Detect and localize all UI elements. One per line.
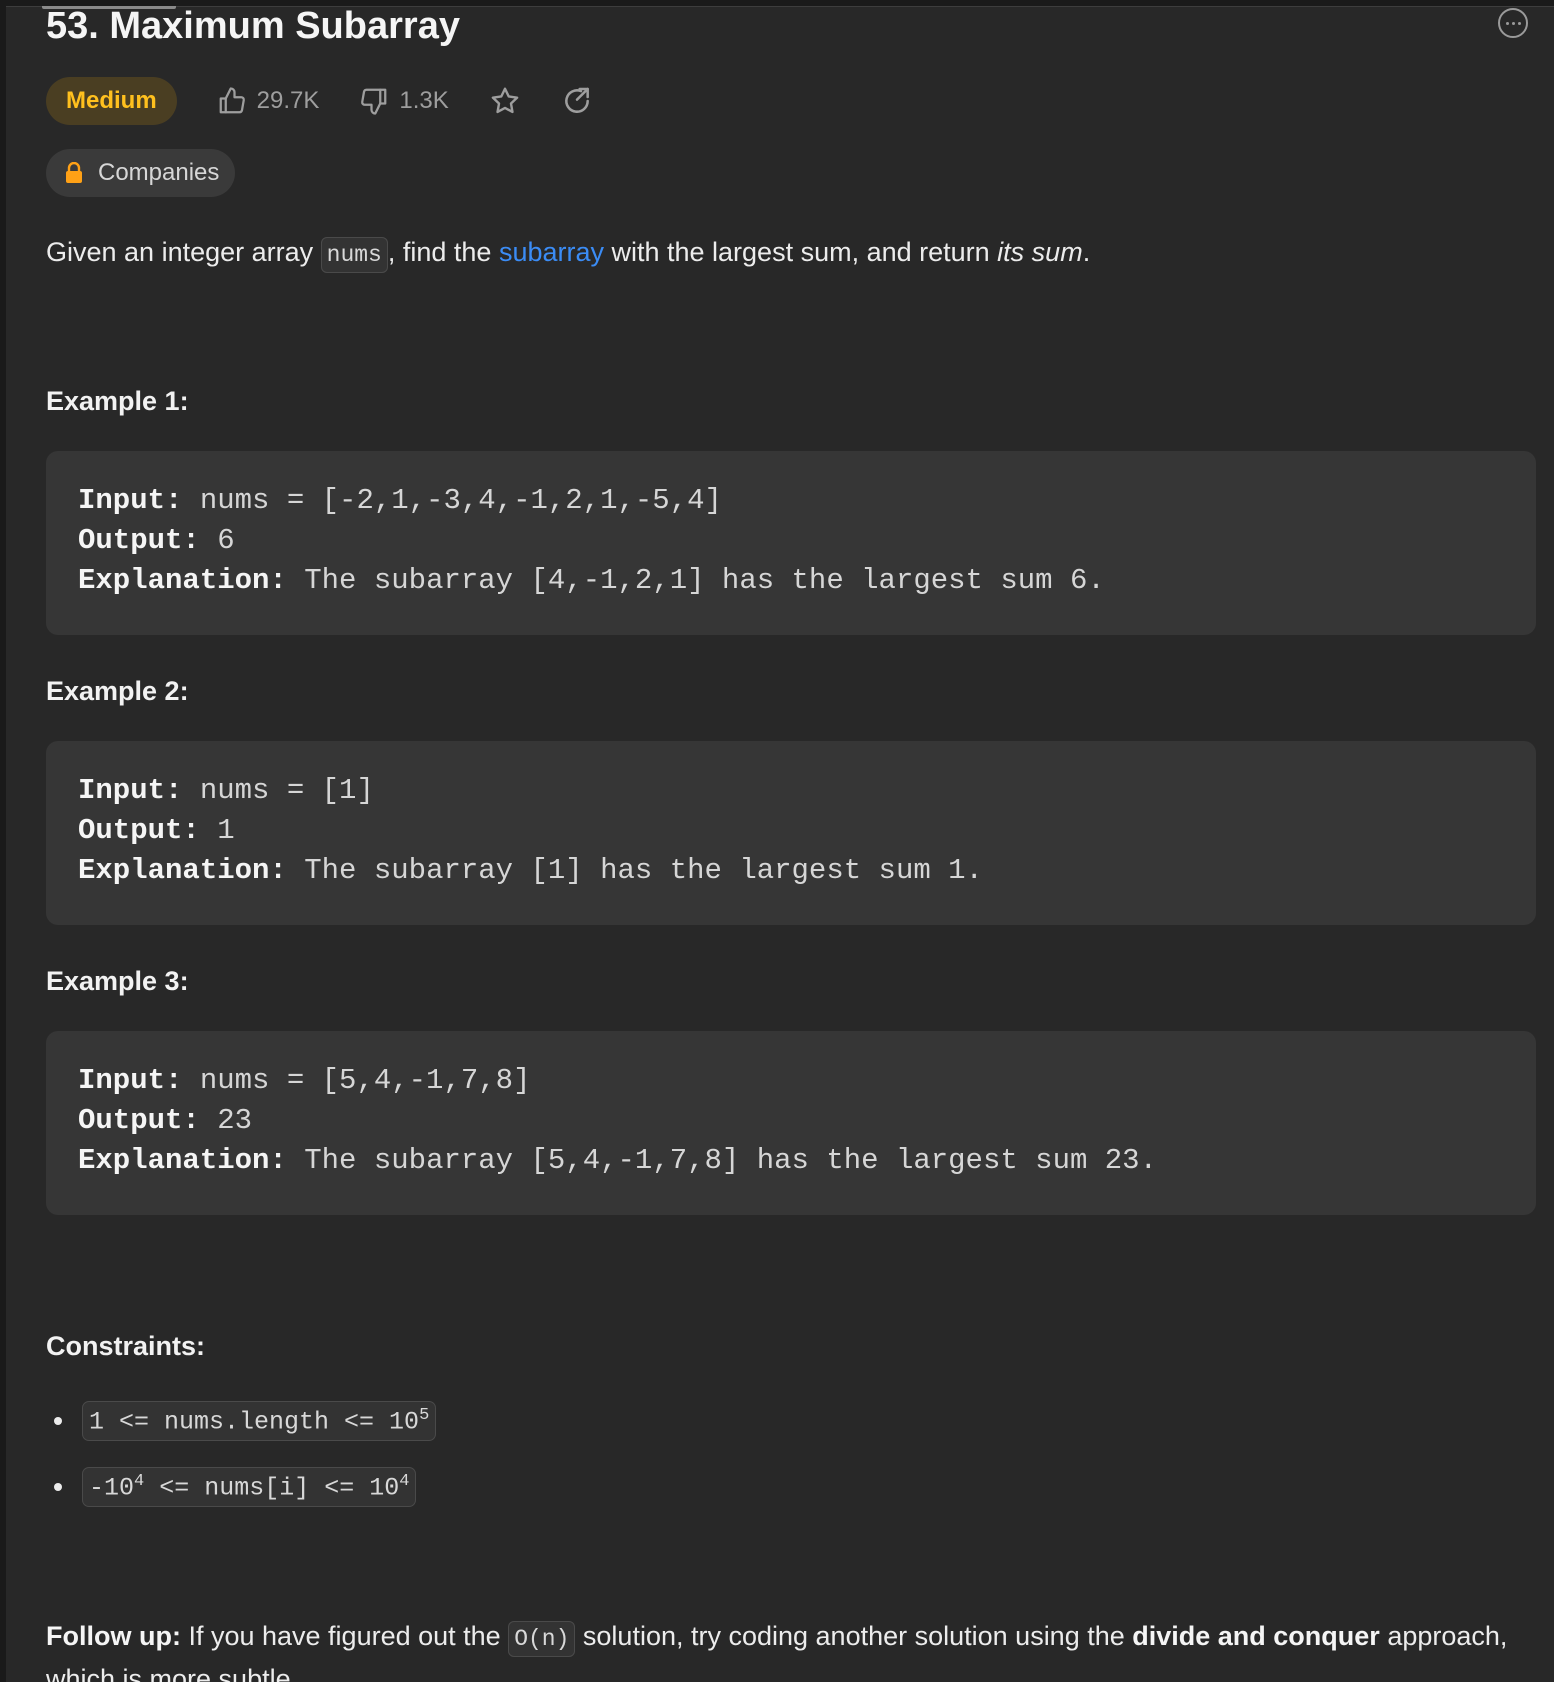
example-3-title: Example 3: — [46, 966, 189, 996]
dislike-count: 1.3K — [399, 87, 449, 114]
dislike-button[interactable]: 1.3K — [359, 86, 449, 116]
bullet — [54, 1417, 62, 1426]
follow-up-text-part: If you have figured out the — [180, 1621, 509, 1651]
constraint-item: 1 <= nums.length <= 105 — [54, 1401, 437, 1442]
companies-tag[interactable]: Companies — [46, 149, 236, 197]
statement-text: with the largest sum, and return — [603, 237, 998, 267]
example-explanation: Explanation: The subarray [4,-1,2,1] has… — [78, 564, 1105, 597]
follow-up-label: Follow up: — [46, 1621, 181, 1651]
example-output: Output: 6 — [78, 524, 235, 557]
favorite-button[interactable] — [489, 85, 521, 117]
example-3-box: Input: nums = [5,4,-1,7,8] Output: 23 Ex… — [46, 1031, 1536, 1215]
constraint-code: 1 <= nums.length <= 105 — [82, 1401, 437, 1442]
more-options-icon[interactable] — [1498, 8, 1528, 38]
bullet — [54, 1483, 62, 1492]
difficulty-badge: Medium — [46, 77, 177, 125]
nums-code: nums — [320, 237, 388, 273]
follow-up-text: Follow up: If you have figured out the O… — [46, 1616, 1536, 1682]
statement-text: , find the — [387, 237, 499, 267]
star-icon — [491, 87, 519, 114]
statement-italic: its sum — [997, 237, 1083, 267]
lock-icon — [66, 162, 82, 183]
share-button[interactable] — [561, 85, 593, 117]
example-output: Output: 23 — [78, 1104, 253, 1137]
example-output: Output: 1 — [78, 814, 235, 847]
constraint-code: -104 <= nums[i] <= 104 — [82, 1467, 417, 1508]
example-1-title: Example 1: — [46, 386, 189, 416]
example-explanation: Explanation: The subarray [5,4,-1,7,8] h… — [78, 1144, 1157, 1177]
thumbs-up-icon — [219, 87, 245, 114]
problem-title[interactable]: 53. Maximum Subarray — [46, 6, 460, 46]
problem-meta-row: Medium 29.7K 1.3K — [46, 77, 593, 125]
statement-text: Given an integer array — [46, 237, 321, 267]
problem-description-panel: 53. Maximum Subarray Medium 29.7K 1.3K C… — [6, 6, 1554, 1682]
constraints-title: Constraints: — [46, 1331, 206, 1361]
example-input: Input: nums = [1] — [78, 774, 374, 807]
companies-label: Companies — [98, 159, 220, 186]
problem-statement: Given an integer array nums, find the su… — [46, 232, 1090, 275]
example-2-title: Example 2: — [46, 676, 189, 706]
statement-text: . — [1082, 237, 1091, 267]
example-2-box: Input: nums = [1] Output: 1 Explanation:… — [46, 741, 1536, 925]
example-input: Input: nums = [-2,1,-3,4,-1,2,1,-5,4] — [78, 484, 722, 517]
like-count: 29.7K — [256, 87, 320, 114]
divide-and-conquer-bold: divide and conquer — [1132, 1621, 1380, 1651]
subarray-link[interactable]: subarray — [499, 237, 604, 267]
thumbs-down-icon — [361, 88, 387, 115]
example-input: Input: nums = [5,4,-1,7,8] — [78, 1064, 531, 1097]
complexity-code: O(n) — [508, 1621, 576, 1657]
constraint-item: -104 <= nums[i] <= 104 — [54, 1467, 417, 1508]
example-explanation: Explanation: The subarray [1] has the la… — [78, 854, 983, 887]
share-icon — [564, 87, 589, 113]
like-button[interactable]: 29.7K — [217, 86, 320, 116]
example-1-box: Input: nums = [-2,1,-3,4,-1,2,1,-5,4] Ou… — [46, 451, 1536, 635]
follow-up-text-part: solution, try coding another solution us… — [575, 1621, 1133, 1651]
